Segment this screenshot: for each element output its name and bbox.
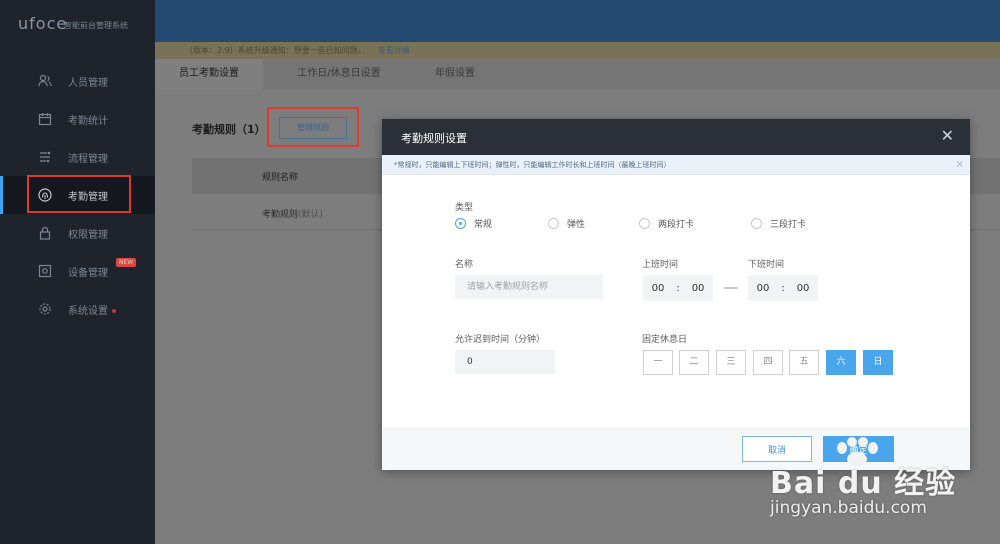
sidebar: ufoce 智能前台管理系统 人员管理 考勤统计 流程管理 考勤管理 权限管理 … bbox=[0, 0, 155, 544]
rest-day-sun[interactable]: 日 bbox=[863, 350, 893, 375]
table-row[interactable]: 考勤规则(默认) bbox=[262, 207, 323, 220]
modal-title: 考勤规则设置 bbox=[401, 132, 467, 145]
start-time-picker[interactable]: 00:00 bbox=[643, 275, 713, 301]
sidebar-item-permission[interactable]: 权限管理 bbox=[0, 214, 155, 252]
rule-name-input[interactable] bbox=[455, 275, 603, 299]
radio-label: 两段打卡 bbox=[658, 220, 695, 230]
radio-three-punch[interactable]: 三段打卡 bbox=[751, 217, 806, 230]
rest-day-mon[interactable]: 一 bbox=[643, 350, 673, 375]
end-time-picker[interactable]: 00:00 bbox=[748, 275, 818, 301]
rest-day-tue[interactable]: 二 bbox=[679, 350, 709, 375]
highlight-box-sidebar bbox=[27, 175, 131, 213]
radio-circle bbox=[751, 218, 762, 229]
end-time-label: 下班时间 bbox=[748, 260, 785, 270]
rest-day-sat[interactable]: 六 bbox=[826, 350, 856, 375]
tab-bar: 员工考勤设置 工作日/休息日设置 年假设置 bbox=[155, 59, 1000, 89]
people-icon bbox=[38, 74, 52, 88]
radio-regular[interactable]: 常规 bbox=[455, 217, 492, 230]
new-badge: NEW bbox=[116, 258, 137, 267]
rule-name: 考勤规则 bbox=[262, 210, 299, 220]
sidebar-item-label: 设备管理 bbox=[68, 267, 108, 279]
rest-day-label: 固定休息日 bbox=[642, 335, 688, 345]
sidebar-item-label-text: 系统设置 bbox=[68, 305, 108, 317]
time-separator: : bbox=[676, 282, 680, 294]
lock-icon bbox=[38, 226, 52, 240]
highlight-box-manage bbox=[267, 107, 359, 147]
rest-day-wed[interactable]: 三 bbox=[716, 350, 746, 375]
time-separator: : bbox=[781, 282, 785, 294]
late-allowance-label: 允许迟到时间（分钟） bbox=[455, 335, 546, 345]
radio-label: 三段打卡 bbox=[770, 220, 807, 230]
rest-day-thu[interactable]: 四 bbox=[753, 350, 783, 375]
start-minute: 00 bbox=[691, 282, 705, 294]
tip-text: *常规时，只能编辑上下班时间；弹性时，只能编辑工作时长和上班时间（最晚上班时间） bbox=[394, 161, 671, 169]
flow-icon bbox=[38, 150, 52, 164]
close-icon[interactable]: ✕ bbox=[941, 127, 954, 145]
tip-close-icon[interactable]: × bbox=[956, 155, 964, 175]
tab-workday-settings[interactable]: 工作日/休息日设置 bbox=[279, 59, 399, 89]
sidebar-item-device[interactable]: 设备管理 NEW bbox=[0, 252, 155, 290]
radio-label: 常规 bbox=[474, 220, 493, 230]
end-hour: 00 bbox=[756, 282, 770, 294]
tab-annual-leave[interactable]: 年假设置 bbox=[415, 59, 495, 89]
sidebar-item-attendance-stats[interactable]: 考勤统计 bbox=[0, 100, 155, 138]
default-tag: (默认) bbox=[298, 210, 324, 220]
start-time-label: 上班时间 bbox=[642, 260, 679, 270]
radio-flexible[interactable]: 弹性 bbox=[548, 217, 585, 230]
rule-settings-modal: 考勤规则设置 ✕ *常规时，只能编辑上下班时间；弹性时，只能编辑工作时长和上班时… bbox=[382, 119, 970, 470]
type-label: 类型 bbox=[455, 203, 474, 213]
radio-two-punch[interactable]: 两段打卡 bbox=[639, 217, 694, 230]
modal-header: 考勤规则设置 ✕ bbox=[382, 119, 970, 155]
rules-title: 考勤规则（1） bbox=[192, 123, 266, 136]
radio-label: 弹性 bbox=[567, 220, 586, 230]
sidebar-item-label: 流程管理 bbox=[68, 153, 108, 165]
radio-circle bbox=[639, 218, 650, 229]
radio-circle bbox=[455, 218, 466, 229]
sidebar-item-people[interactable]: 人员管理 bbox=[0, 62, 155, 100]
notice-link[interactable]: 查看详情 bbox=[378, 46, 410, 55]
tab-employee-attendance[interactable]: 员工考勤设置 bbox=[155, 59, 263, 89]
sidebar-item-label: 权限管理 bbox=[68, 229, 108, 241]
time-range-dash bbox=[724, 287, 738, 289]
sidebar-item-label: 考勤统计 bbox=[68, 115, 108, 127]
end-minute: 00 bbox=[796, 282, 810, 294]
tip-bar: *常规时，只能编辑上下班时间；弹性时，只能编辑工作时长和上班时间（最晚上班时间）… bbox=[382, 155, 970, 175]
watermark-url: jingyan.baidu.com bbox=[770, 498, 927, 518]
device-icon bbox=[38, 264, 52, 278]
gear-icon bbox=[38, 302, 52, 316]
notice-bar: （版本：2.9）系统升级通知：想要一些已知问题。 查看详情 bbox=[155, 42, 1000, 59]
app-subtitle: 智能前台管理系统 bbox=[64, 21, 128, 30]
notice-text: （版本：2.9）系统升级通知：想要一些已知问题。 bbox=[185, 46, 366, 55]
late-allowance-input[interactable] bbox=[455, 350, 555, 374]
rest-day-fri[interactable]: 五 bbox=[789, 350, 819, 375]
name-label: 名称 bbox=[455, 260, 474, 270]
sidebar-item-settings[interactable]: 系统设置 bbox=[0, 290, 155, 328]
start-hour: 00 bbox=[651, 282, 665, 294]
notification-dot bbox=[112, 308, 116, 313]
sidebar-item-label: 系统设置 bbox=[68, 302, 116, 317]
calendar-icon bbox=[38, 112, 52, 126]
watermark-brand: Bai du 经验 bbox=[770, 466, 957, 501]
column-header-name: 规则名称 bbox=[262, 173, 299, 183]
sidebar-item-label: 人员管理 bbox=[68, 77, 108, 89]
radio-circle bbox=[548, 218, 559, 229]
top-bar bbox=[155, 0, 1000, 42]
sidebar-item-flow[interactable]: 流程管理 bbox=[0, 138, 155, 176]
app-logo: ufoce bbox=[18, 14, 68, 33]
